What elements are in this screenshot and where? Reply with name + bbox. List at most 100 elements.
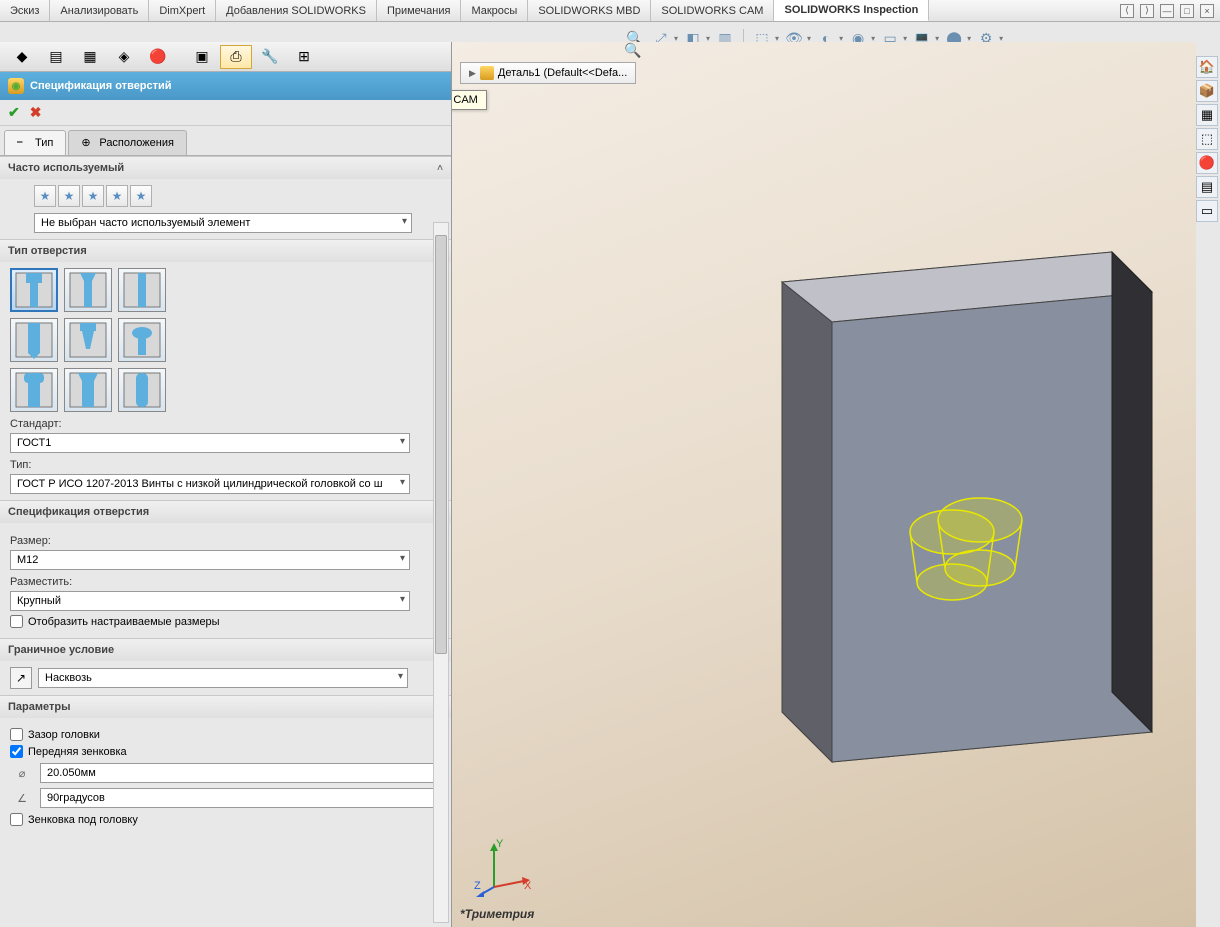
parameters-header[interactable]: Параметры˄ — [0, 696, 451, 718]
front-countersink-row[interactable]: Передняя зенковка — [10, 745, 441, 758]
chevron-up-icon: ˄ — [437, 163, 443, 174]
expand-icon[interactable]: ⟩ — [1140, 4, 1154, 18]
property-manager-header: ◉ Спецификация отверстий — [0, 72, 451, 100]
cam-tolerance-icon[interactable]: ⊞ — [288, 45, 320, 69]
tab-type[interactable]: ⎯Тип — [4, 130, 66, 155]
tab-annotations[interactable]: Примечания — [377, 0, 462, 21]
tab-analyze[interactable]: Анализировать — [50, 0, 149, 21]
minimize-button[interactable]: — — [1160, 4, 1174, 18]
feature-breadcrumb[interactable]: ▶ Деталь1 (Default<<Defa... — [460, 62, 636, 84]
show-custom-row[interactable]: Отобразить настраиваемые размеры — [10, 615, 441, 628]
place-label: Разместить: — [10, 576, 441, 588]
csk-diameter-input[interactable] — [40, 763, 441, 783]
command-tab-bar: Эскиз Анализировать DimXpert Добавления … — [0, 0, 1220, 22]
configuration-icon[interactable]: ▦ — [74, 45, 106, 69]
tab-addins[interactable]: Добавления SOLIDWORKS — [216, 0, 377, 21]
size-combo[interactable]: M12 — [10, 550, 410, 570]
collapse-icon[interactable]: ⟨ — [1120, 4, 1134, 18]
dimxpert-manager-icon[interactable]: ◈ — [108, 45, 140, 69]
positions-tab-icon: ⊕ — [81, 136, 95, 150]
orientation-triad: Y X Z — [474, 837, 534, 897]
hole-type-section: Тип отверстия˄ Стандарт: ГОСТ1 Тип: ГОСТ… — [0, 239, 451, 500]
standard-label: Стандарт: — [10, 418, 441, 430]
ok-button[interactable]: ✔ — [8, 104, 20, 121]
forum-icon[interactable]: ▭ — [1196, 200, 1218, 222]
tab-macros[interactable]: Макросы — [461, 0, 528, 21]
counterbore-button[interactable] — [10, 268, 58, 312]
csk-angle-icon: ∠ — [10, 787, 34, 809]
appearances-icon[interactable]: 🔴 — [1196, 152, 1218, 174]
hole-wizard-icon: ◉ — [8, 78, 24, 94]
zoom-fit-small-icon[interactable]: 🔍 — [624, 42, 641, 59]
part-icon — [480, 66, 494, 80]
legacy-hole-button[interactable] — [118, 318, 166, 362]
scroll-thumb[interactable] — [435, 235, 447, 654]
panel-scrollbar[interactable] — [433, 222, 449, 923]
favorites-header[interactable]: Часто используемый˄ — [0, 157, 451, 179]
csk-angle-input[interactable] — [40, 788, 441, 808]
tab-positions[interactable]: ⊕Расположения — [68, 130, 187, 155]
under-head-row[interactable]: Зенковка под головку — [10, 813, 441, 826]
close-button[interactable]: × — [1200, 4, 1214, 18]
tapped-hole-button[interactable] — [10, 318, 58, 362]
favorites-combo[interactable]: Не выбран часто используемый элемент — [34, 213, 412, 233]
front-countersink-checkbox[interactable] — [10, 745, 23, 758]
head-clearance-row[interactable]: Зазор головки — [10, 728, 441, 741]
update-favorite-icon[interactable]: ★ — [58, 185, 80, 207]
cam-tree-icon[interactable]: ▣ — [186, 45, 218, 69]
add-favorite-icon[interactable]: ★ — [34, 185, 56, 207]
display-manager-icon[interactable]: 🔴 — [142, 45, 174, 69]
reverse-direction-button[interactable]: ↗ — [10, 667, 32, 689]
tab-sketch[interactable]: Эскиз — [0, 0, 50, 21]
view-label: *Триметрия — [460, 907, 534, 921]
svg-text:X: X — [524, 880, 532, 892]
hole-spec-section: Спецификация отверстия˄ Размер: M12 Разм… — [0, 500, 451, 638]
under-head-checkbox[interactable] — [10, 813, 23, 826]
countersink-slot-button[interactable] — [64, 368, 112, 412]
parameters-section: Параметры˄ Зазор головки Передняя зенков… — [0, 695, 451, 836]
favorites-toolbar: ★ ★ ★ ★ ★ — [10, 185, 441, 207]
hole-simple-button[interactable] — [118, 268, 166, 312]
place-combo[interactable]: Крупный — [10, 591, 410, 611]
home-icon[interactable]: 🏠 — [1196, 56, 1218, 78]
svg-text:Y: Y — [496, 838, 504, 850]
favorites-section: Часто используемый˄ ★ ★ ★ ★ ★ Не выбран … — [0, 156, 451, 239]
standard-combo[interactable]: ГОСТ1 — [10, 433, 410, 453]
svg-text:Z: Z — [474, 880, 481, 892]
tab-dimxpert[interactable]: DimXpert — [149, 0, 216, 21]
maximize-button[interactable]: □ — [1180, 4, 1194, 18]
save-favorite-icon[interactable]: ★ — [106, 185, 128, 207]
property-manager-icon[interactable]: ▤ — [40, 45, 72, 69]
resources-icon[interactable]: 📦 — [1196, 80, 1218, 102]
graphics-viewport[interactable]: 🔍 ▶ Деталь1 (Default<<Defa... Дерево опе… — [452, 42, 1196, 927]
delete-favorite-icon[interactable]: ★ — [82, 185, 104, 207]
tab-cam[interactable]: SOLIDWORKS CAM — [651, 0, 774, 21]
show-custom-checkbox[interactable] — [10, 615, 23, 628]
feature-tree-icon[interactable]: ◆ — [6, 45, 38, 69]
head-clearance-checkbox[interactable] — [10, 728, 23, 741]
tab-inspection[interactable]: SOLIDWORKS Inspection — [774, 0, 929, 21]
size-label: Размер: — [10, 535, 441, 547]
cam-operation-tree-icon[interactable]: ⎙ — [220, 45, 252, 69]
window-controls: ⟨ ⟩ — □ × — [1120, 0, 1220, 21]
end-condition-section: Граничное условие˄ ↗ Насквозь — [0, 638, 451, 695]
file-explorer-icon[interactable]: ⬚ — [1196, 128, 1218, 150]
end-condition-combo[interactable]: Насквозь — [38, 668, 408, 688]
tab-mbd[interactable]: SOLIDWORKS MBD — [528, 0, 651, 21]
slot-button[interactable] — [118, 368, 166, 412]
property-manager-panel: ◆ ▤ ▦ ◈ 🔴 ▣ ⎙ 🔧 ⊞ ◉ Спецификация отверст… — [0, 42, 452, 927]
cancel-button[interactable]: ✖ — [30, 104, 42, 121]
countersink-button[interactable] — [64, 268, 112, 312]
type-combo[interactable]: ГОСТ Р ИСО 1207-2013 Винты с низкой цили… — [10, 474, 410, 494]
load-favorite-icon[interactable]: ★ — [130, 185, 152, 207]
end-condition-header[interactable]: Граничное условие˄ — [0, 639, 451, 661]
counterbore-slot-button[interactable] — [10, 368, 58, 412]
hole-spec-header[interactable]: Спецификация отверстия˄ — [0, 501, 451, 523]
design-library-icon[interactable]: ▦ — [1196, 104, 1218, 126]
pipe-tap-button[interactable] — [64, 318, 112, 362]
hole-type-header[interactable]: Тип отверстия˄ — [0, 240, 451, 262]
model-preview — [722, 242, 1162, 772]
cam-tools-icon[interactable]: 🔧 — [254, 45, 286, 69]
csk-diameter-icon: ⌀ — [10, 762, 34, 784]
custom-props-icon[interactable]: ▤ — [1196, 176, 1218, 198]
